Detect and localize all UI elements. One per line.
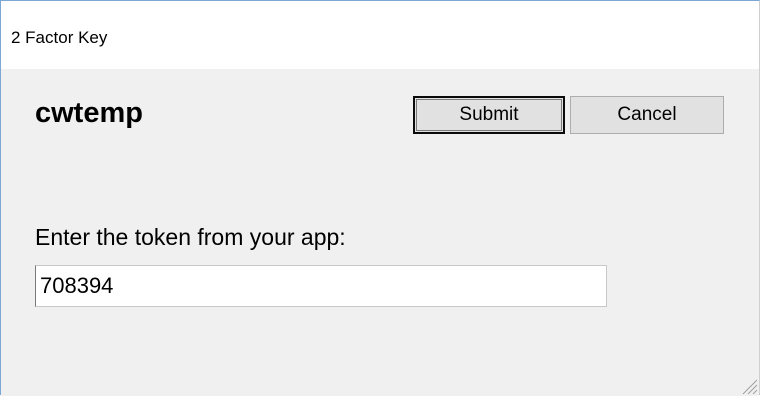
username-label: cwtemp bbox=[35, 97, 143, 129]
token-prompt-label: Enter the token from your app: bbox=[35, 224, 346, 250]
window-title: 2 Factor Key bbox=[11, 28, 108, 47]
submit-button[interactable]: Submit bbox=[413, 96, 565, 134]
cancel-button[interactable]: Cancel bbox=[570, 96, 724, 134]
title-bar[interactable]: 2 Factor Key bbox=[1, 1, 759, 69]
token-input[interactable] bbox=[35, 265, 607, 307]
dialog-body: cwtemp Submit Cancel Enter the token fro… bbox=[1, 69, 759, 396]
resize-grip-icon[interactable] bbox=[733, 370, 759, 396]
two-factor-dialog: 2 Factor Key cwtemp Submit Cancel Enter … bbox=[0, 0, 760, 396]
